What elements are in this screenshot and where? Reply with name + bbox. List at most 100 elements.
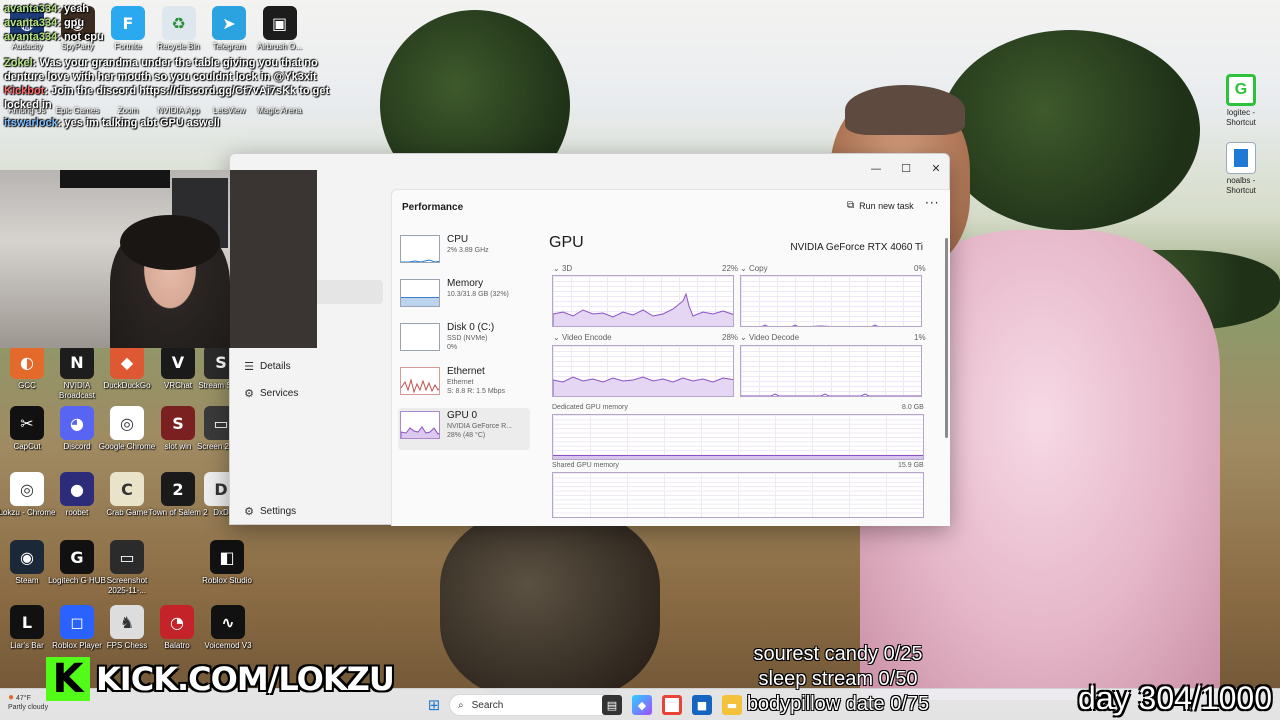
- chrome-icon[interactable]: [662, 695, 682, 715]
- graph-shared-memory: [552, 472, 924, 518]
- app-icon: C: [110, 472, 144, 506]
- nav-item-services[interactable]: ⚙ Services: [238, 380, 383, 406]
- kick-logo-icon: K: [46, 656, 90, 702]
- stream-goals: sourest candy 0/25 sleep stream 0/50 bod…: [738, 642, 938, 717]
- resource-name: GPU 0: [447, 410, 478, 421]
- run-new-task-button[interactable]: ⧉ Run new task: [847, 200, 914, 211]
- app-icon: ◧: [210, 540, 244, 574]
- engine-decode-pct: 1%: [914, 333, 926, 342]
- engine-3d-pct: 22%: [722, 264, 739, 273]
- engine-encode-pct: 28%: [722, 333, 739, 342]
- nav-item-details[interactable]: ☰ Details: [238, 353, 383, 379]
- engine-copy-pct: 0%: [914, 264, 926, 273]
- app-icon: ◎: [10, 472, 44, 506]
- search-box[interactable]: ⌕ Search: [449, 694, 621, 716]
- engine-copy-label[interactable]: ⌄ Copy: [740, 264, 768, 273]
- webcam-door: [230, 170, 317, 348]
- ethernet-thumbnail: [400, 367, 440, 395]
- desktop-icon[interactable]: ▭ Screenshot 2025-11-...: [96, 540, 158, 596]
- engine-encode-label[interactable]: ⌄ Video Encode: [553, 333, 612, 342]
- app-icon: ◻: [60, 605, 94, 639]
- weather-widget[interactable]: ● 47°F Partly cloudy: [8, 693, 48, 712]
- cpu-thumbnail: [400, 235, 440, 263]
- resource-name: Ethernet: [447, 366, 485, 377]
- goal-line: bodypillow date 0/75: [746, 693, 930, 715]
- kick-url: KICK.COM/LOKZU: [96, 660, 395, 698]
- weather-icon: ●: [8, 692, 15, 703]
- app-icon: ∿: [211, 605, 245, 639]
- app-icon: N: [60, 345, 94, 379]
- app-icon: ♞: [110, 605, 144, 639]
- resource-stat: SSD (NVMe): [447, 335, 488, 342]
- app-icon: ◔: [160, 605, 194, 639]
- desktop-icon-logitec[interactable]: G logitec - Shortcut: [1211, 74, 1271, 128]
- kick-banner: K KICK.COM/LOKZU: [46, 656, 395, 702]
- resource-name: CPU: [447, 234, 469, 245]
- resource-stat: 2% 3.89 GHz: [447, 247, 489, 254]
- maximize-button[interactable]: ☐: [891, 157, 921, 179]
- resource-name: Disk 0 (C:): [447, 322, 495, 333]
- desktop-icon[interactable]: ∿ Voicemod V3: [197, 605, 259, 651]
- nav-item-label: Services: [260, 387, 299, 399]
- nav-item-label: Details: [260, 360, 291, 372]
- dedicated-memory-label: Dedicated GPU memory: [552, 404, 628, 411]
- graph-video-encode: [552, 345, 734, 397]
- figure-hair: [845, 85, 965, 135]
- app-icon: ◐: [10, 345, 44, 379]
- chat-message: Kickbot: Join the discord https://discor…: [4, 85, 330, 111]
- goal-line: sourest candy 0/25: [753, 643, 923, 665]
- copilot-icon[interactable]: ◆: [632, 695, 652, 715]
- webcam-streamer-hair: [120, 215, 220, 270]
- puzzle-icon: ⚙: [244, 386, 254, 400]
- chat-message: avanta334: gpu: [4, 17, 85, 29]
- graph-video-decode: [740, 345, 922, 397]
- resource-stat: S: 8.8 R: 1.5 Mbps: [447, 388, 505, 395]
- engine-3d-label[interactable]: ⌄ 3D: [553, 264, 572, 273]
- resource-ethernet[interactable]: Ethernet Ethernet S: 8.8 R: 1.5 Mbps: [398, 364, 530, 406]
- desktop-icon-noalbs[interactable]: noalbs - Shortcut: [1211, 142, 1271, 196]
- scrollbar[interactable]: [945, 238, 948, 438]
- resource-stat: NVIDIA GeForce R...: [447, 423, 512, 430]
- tree-shape: [940, 30, 1200, 230]
- app-icon: G: [60, 540, 94, 574]
- disk-thumbnail: [400, 323, 440, 351]
- minimize-button[interactable]: —: [861, 157, 891, 179]
- desktop-icon[interactable]: ◧ Roblox Studio: [196, 540, 258, 586]
- gpu-model: NVIDIA GeForce RTX 4060 Ti: [790, 242, 923, 253]
- app-icon: ◉: [10, 540, 44, 574]
- noalbs-icon: [1226, 142, 1256, 174]
- title-bar[interactable]: — ☐ ✕: [230, 154, 949, 189]
- start-button[interactable]: ⊞: [424, 695, 444, 715]
- logitech-g-icon: G: [1226, 74, 1256, 106]
- search-icon: ⌕: [458, 699, 464, 711]
- app-icon: ◎: [110, 406, 144, 440]
- task-view-icon[interactable]: ▤: [602, 695, 622, 715]
- graph-dedicated-memory: [552, 414, 924, 460]
- more-options-button[interactable]: ···: [925, 196, 939, 210]
- app-icon: L: [10, 605, 44, 639]
- chat-message: avanta334: not cpu: [4, 31, 104, 43]
- chat-message: Zokel: Was your grandma under the table …: [4, 57, 318, 83]
- desktop-icon-label: noalbs - Shortcut: [1226, 176, 1256, 195]
- close-button[interactable]: ✕: [921, 157, 951, 179]
- engine-decode-label[interactable]: ⌄ Video Decode: [740, 333, 799, 342]
- nav-item-settings[interactable]: ⚙ Settings: [238, 498, 383, 524]
- resource-disk[interactable]: Disk 0 (C:) SSD (NVMe) 0%: [398, 320, 530, 362]
- dedicated-memory-fill: [553, 455, 923, 459]
- resource-stat: 0%: [447, 344, 458, 351]
- store-icon[interactable]: ■: [692, 695, 712, 715]
- figure-background: [440, 510, 660, 700]
- nav-item-label: Settings: [260, 505, 297, 517]
- shared-memory-max: 15.9 GB: [898, 462, 924, 469]
- memory-thumbnail: [400, 279, 440, 307]
- run-task-icon: ⧉: [847, 200, 855, 211]
- day-counter: day 304/1000: [1078, 680, 1272, 716]
- chat-message: itswarlock: yes im talking abt GPU aswel…: [4, 117, 220, 129]
- resource-memory[interactable]: Memory 10.3/31.8 GB (32%): [398, 276, 530, 318]
- desktop-icon-label: Roblox Studio: [202, 576, 252, 585]
- search-placeholder: Search: [471, 699, 504, 711]
- resource-cpu[interactable]: CPU 2% 3.89 GHz: [398, 232, 530, 274]
- resource-gpu[interactable]: GPU 0 NVIDIA GeForce R... 28% (48 °C): [398, 408, 530, 450]
- weather-desc: Partly cloudy: [8, 704, 49, 711]
- task-manager-window[interactable]: — ☐ ✕ ☰ Details ⚙ Services ⚙ Settings Pe…: [229, 153, 950, 526]
